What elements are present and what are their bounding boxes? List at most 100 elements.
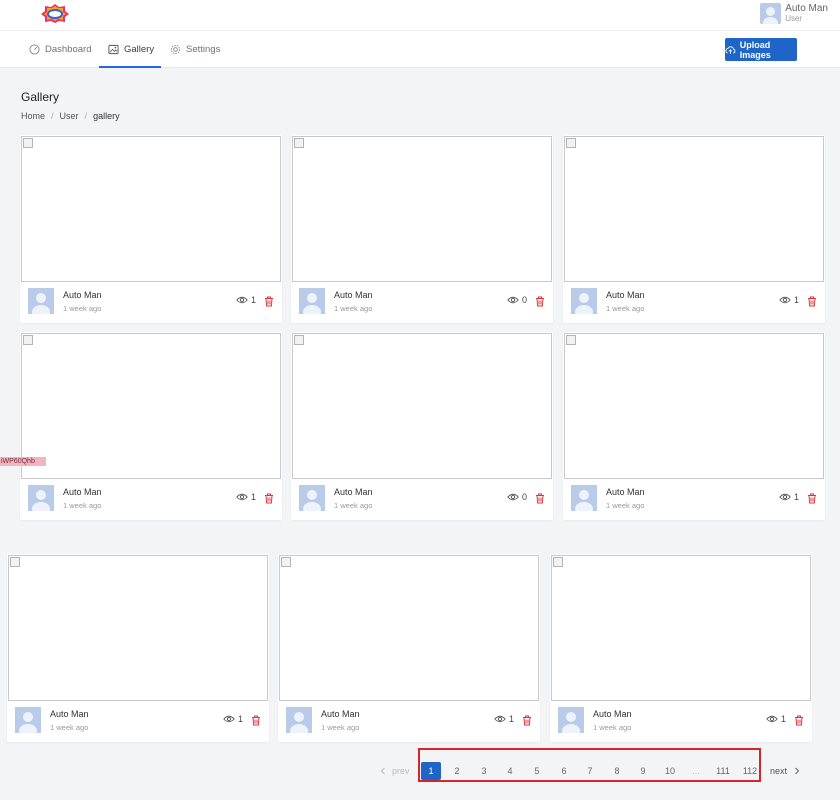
trash-icon[interactable] xyxy=(807,294,817,312)
trash-icon[interactable] xyxy=(535,491,545,509)
eye-icon xyxy=(507,493,519,501)
gallery-card[interactable]: Auto Man 1 week ago 1 xyxy=(20,135,282,323)
author-avatar xyxy=(299,485,325,511)
gallery-image[interactable] xyxy=(564,136,824,282)
broken-image-icon xyxy=(553,557,563,567)
author-avatar xyxy=(28,485,54,511)
trash-icon[interactable] xyxy=(794,713,804,731)
tab-gallery-label: Gallery xyxy=(124,44,155,55)
pagination-next[interactable]: next xyxy=(770,761,801,781)
view-count: 1 xyxy=(223,714,243,724)
trash-icon[interactable] xyxy=(264,491,274,509)
upload-time: 1 week ago xyxy=(606,501,645,510)
user-menu[interactable]: Auto Man User xyxy=(760,3,828,24)
breadcrumb-home[interactable]: Home xyxy=(21,111,45,121)
tab-settings[interactable]: Settings xyxy=(170,31,220,68)
pagination-prev-label: prev xyxy=(392,766,410,776)
upload-images-label: Upload Images xyxy=(739,39,771,60)
eye-icon xyxy=(494,715,506,723)
view-count-value: 1 xyxy=(780,714,786,724)
gallery-image[interactable] xyxy=(551,555,811,701)
gallery-card[interactable]: Auto Man 1 week ago 1 xyxy=(563,135,825,323)
gallery-card[interactable]: Auto Man 1 week ago 1 xyxy=(20,332,282,520)
gallery-image[interactable] xyxy=(21,333,281,479)
view-count: 1 xyxy=(779,492,799,502)
author-name: Auto Man xyxy=(63,487,102,497)
upload-images-button[interactable]: Upload Images xyxy=(725,38,797,61)
gallery-card[interactable]: Auto Man 1 week ago 1 xyxy=(7,554,269,742)
broken-image-icon xyxy=(566,335,576,345)
gallery-card[interactable]: Auto Man 1 week ago 0 xyxy=(291,135,553,323)
author-avatar xyxy=(571,288,597,314)
trash-icon[interactable] xyxy=(522,713,532,731)
tab-dashboard[interactable]: Dashboard xyxy=(29,31,91,68)
pagination-prev[interactable]: prev xyxy=(379,761,410,781)
trash-icon[interactable] xyxy=(251,713,261,731)
gear-icon xyxy=(170,44,181,55)
gallery-image[interactable] xyxy=(564,333,824,479)
upload-time: 1 week ago xyxy=(63,501,102,510)
view-count-value: 1 xyxy=(237,714,243,724)
upload-time: 1 week ago xyxy=(50,723,89,732)
eye-icon xyxy=(779,296,791,304)
trash-icon[interactable] xyxy=(264,294,274,312)
user-role: User xyxy=(785,14,803,23)
gallery-image[interactable] xyxy=(292,136,552,282)
view-count-value: 1 xyxy=(793,295,799,305)
view-count: 1 xyxy=(766,714,786,724)
eye-icon xyxy=(223,715,235,723)
trash-icon[interactable] xyxy=(807,491,817,509)
broken-image-icon xyxy=(294,335,304,345)
author-name: Auto Man xyxy=(606,487,645,497)
top-bar: Auto Man User xyxy=(0,0,840,31)
tab-gallery[interactable]: Gallery xyxy=(99,31,161,68)
breadcrumb: Home / User / gallery xyxy=(21,111,120,121)
view-count-value: 1 xyxy=(793,492,799,502)
overlay-tag: iWP60Qhb xyxy=(0,457,46,466)
breadcrumb-user[interactable]: User xyxy=(60,111,79,121)
author-avatar xyxy=(299,288,325,314)
author-name: Auto Man xyxy=(50,709,89,719)
upload-time: 1 week ago xyxy=(334,501,373,510)
author-name: Auto Man xyxy=(321,709,360,719)
gallery-image[interactable] xyxy=(8,555,268,701)
author-avatar xyxy=(286,707,312,733)
broken-image-icon xyxy=(23,138,33,148)
gallery-card[interactable]: Auto Man 1 week ago 1 xyxy=(550,554,812,742)
eye-icon xyxy=(236,493,248,501)
eye-icon xyxy=(507,296,519,304)
gallery-image[interactable] xyxy=(292,333,552,479)
eye-icon xyxy=(766,715,778,723)
upload-time: 1 week ago xyxy=(334,304,373,313)
gallery-image[interactable] xyxy=(279,555,539,701)
upload-time: 1 week ago xyxy=(606,304,645,313)
user-name: Auto Man xyxy=(785,3,828,14)
view-count: 1 xyxy=(494,714,514,724)
view-count: 0 xyxy=(507,295,527,305)
eye-icon xyxy=(236,296,248,304)
author-name: Auto Man xyxy=(334,487,373,497)
view-count-value: 0 xyxy=(521,295,527,305)
user-avatar xyxy=(760,3,782,24)
dashboard-icon xyxy=(29,44,40,55)
gallery-card[interactable]: Auto Man 1 week ago 1 xyxy=(278,554,540,742)
view-count-value: 1 xyxy=(508,714,514,724)
breadcrumb-separator: / xyxy=(51,111,54,121)
image-icon xyxy=(108,44,119,55)
tab-settings-label: Settings xyxy=(186,44,221,55)
view-count-value: 1 xyxy=(250,492,256,502)
trash-icon[interactable] xyxy=(535,294,545,312)
view-count-value: 1 xyxy=(250,295,256,305)
author-avatar xyxy=(558,707,584,733)
gallery-card[interactable]: Auto Man 1 week ago 1 xyxy=(563,332,825,520)
author-name: Auto Man xyxy=(593,709,632,719)
gallery-image[interactable] xyxy=(21,136,281,282)
eye-icon xyxy=(779,493,791,501)
view-count: 1 xyxy=(779,295,799,305)
view-count: 1 xyxy=(236,295,256,305)
gallery-card[interactable]: Auto Man 1 week ago 0 xyxy=(291,332,553,520)
app-logo[interactable] xyxy=(40,4,70,23)
author-avatar xyxy=(15,707,41,733)
pagination-next-label: next xyxy=(770,766,788,776)
pagination-highlight xyxy=(418,748,761,782)
